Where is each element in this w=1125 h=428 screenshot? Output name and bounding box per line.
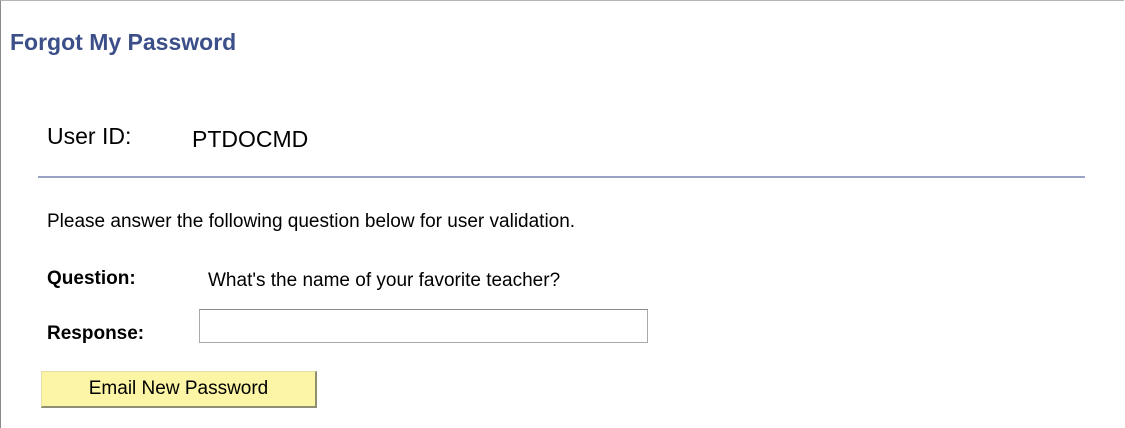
user-id-value: PTDOCMD — [192, 126, 309, 152]
page-title: Forgot My Password — [10, 29, 237, 55]
email-new-password-button[interactable]: Email New Password — [41, 371, 317, 408]
question-label: Question: — [47, 268, 136, 289]
user-id-label: User ID: — [47, 123, 132, 149]
response-label: Response: — [47, 323, 145, 344]
section-divider — [38, 176, 1085, 178]
response-input[interactable] — [199, 309, 648, 343]
validation-instructions: Please answer the following question bel… — [47, 211, 576, 232]
security-question-text: What's the name of your favorite teacher… — [208, 270, 561, 291]
